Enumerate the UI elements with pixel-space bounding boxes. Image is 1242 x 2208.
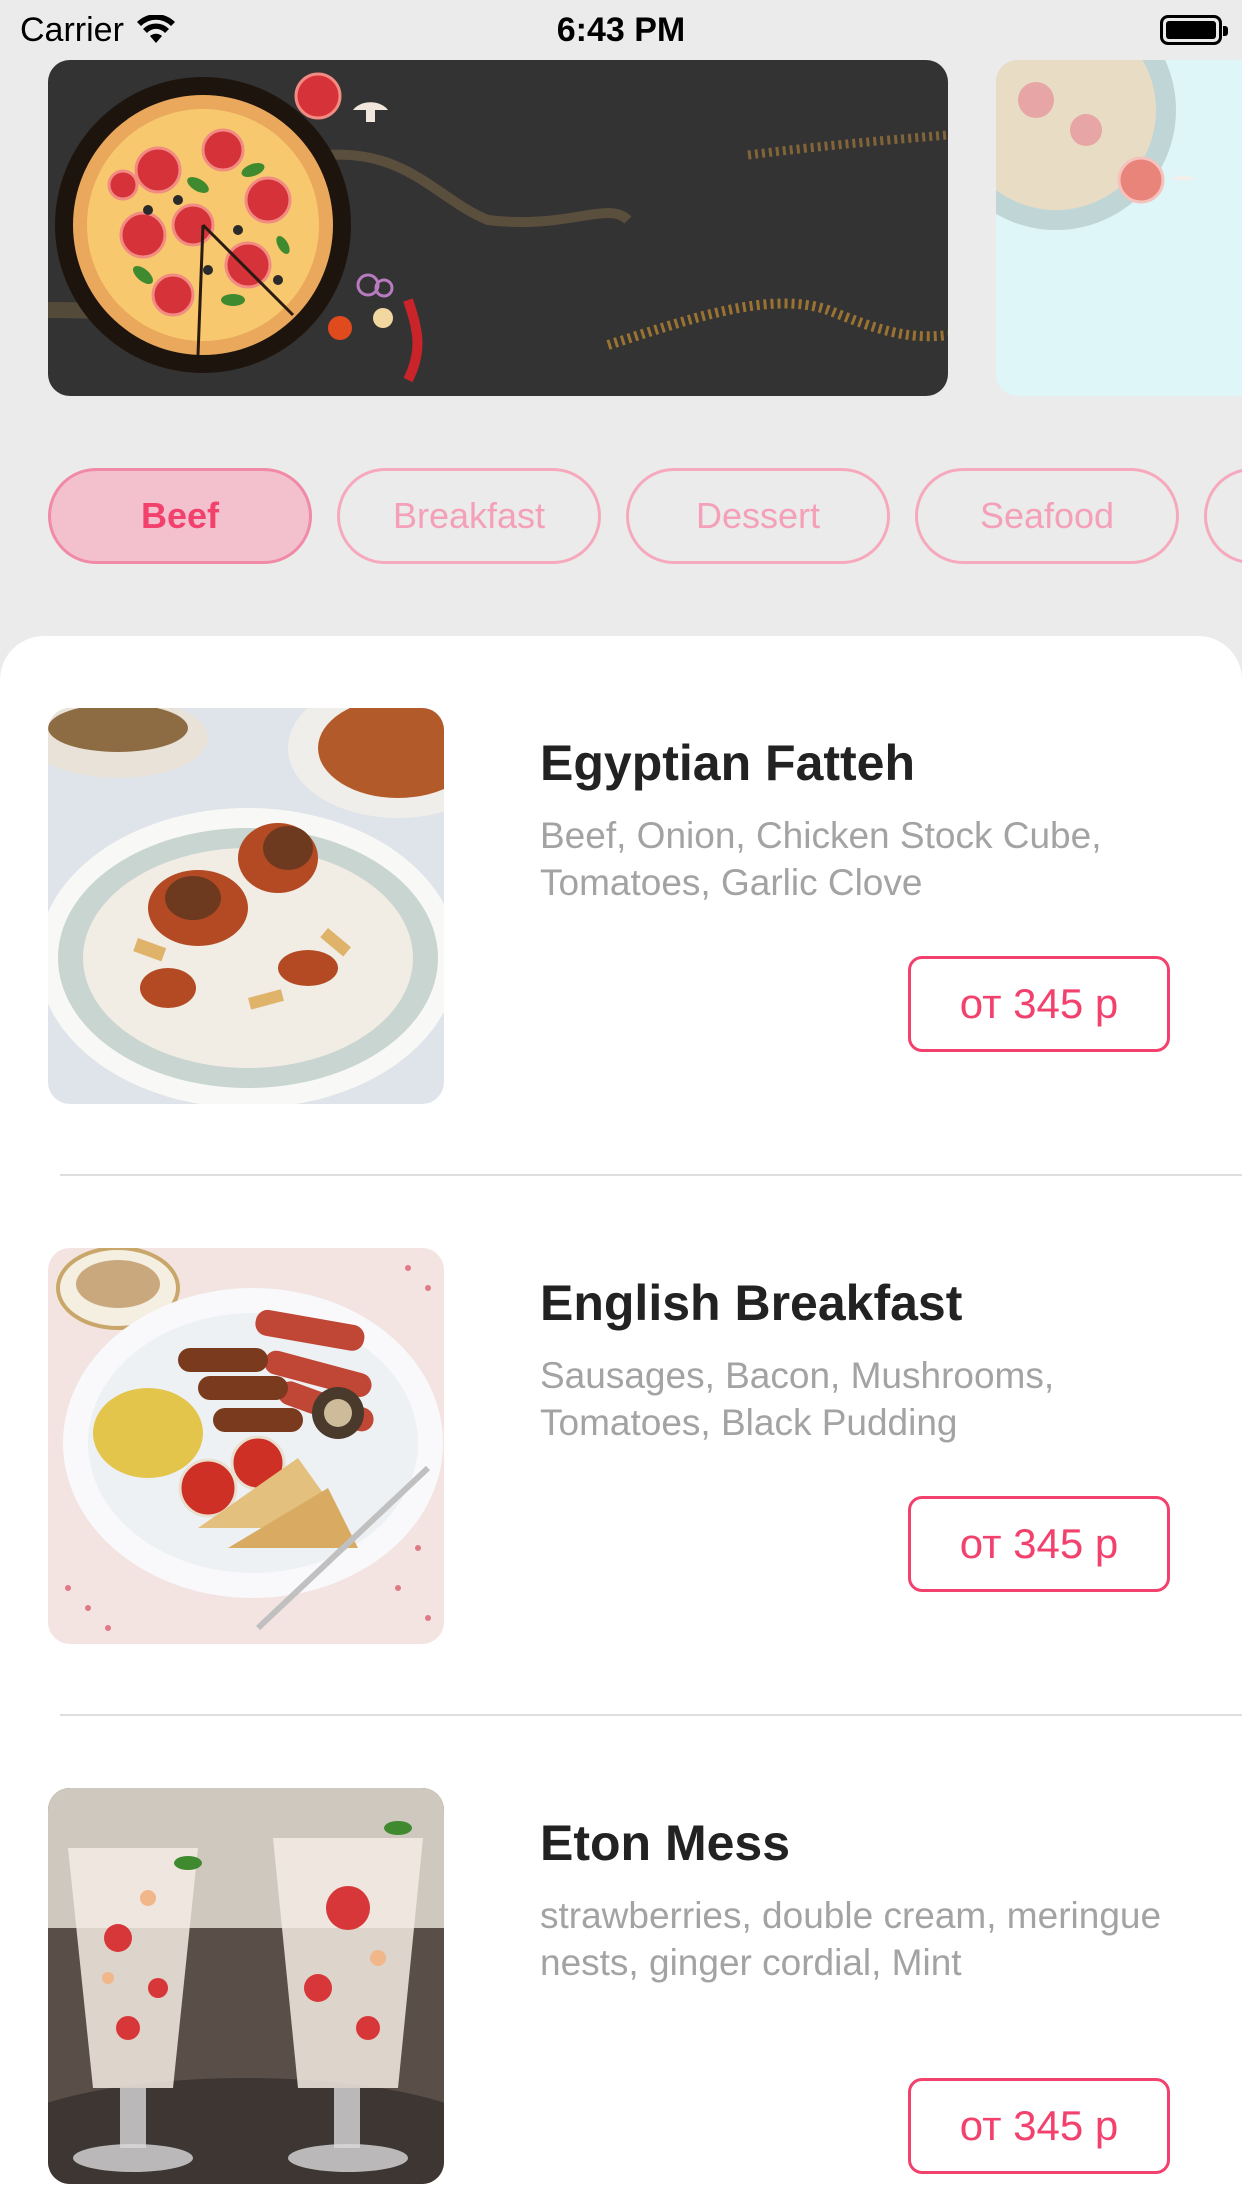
tab-beef[interactable]: Beef [48,468,312,564]
price-button[interactable]: от 345 р [908,1496,1170,1592]
list-item[interactable]: English Breakfast Sausages, Bacon, Mushr… [0,1176,1242,1716]
menu-list: Egyptian Fatteh Beef, Onion, Chicken Sto… [0,636,1242,2208]
carrier-label: Carrier [20,10,124,49]
status-time: 6:43 PM [556,10,686,49]
price-button[interactable]: от 345 р [908,2078,1170,2174]
list-item[interactable]: Egyptian Fatteh Beef, Onion, Chicken Sto… [0,636,1242,1176]
dish-title: Egyptian Fatteh [540,735,916,791]
dish-ingredients: Beef, Onion, Chicken Stock Cube, Tomatoe… [540,815,1102,903]
dish-title: Eton Mess [540,1815,791,1871]
pizza-illustration [48,72,948,383]
category-tabs: Beef Breakfast Dessert Seafood V [0,468,1242,564]
pizza-banner[interactable] [48,60,948,396]
status-left: Carrier [20,11,176,50]
price-button[interactable]: от 345 р [908,956,1170,1052]
pizza-illustration-light [996,60,1196,230]
dish-title: English Breakfast [540,1275,963,1331]
battery-icon [1160,15,1228,45]
dish-ingredients: strawberries, double cream, meringue nes… [540,1895,1162,1983]
dish-ingredients: Sausages, Bacon, Mushrooms, Tomatoes, Bl… [540,1355,1055,1443]
banner-carousel[interactable] [0,60,1242,396]
tab-breakfast[interactable]: Breakfast [337,468,601,564]
dish-image [48,1788,444,2184]
list-item[interactable]: Eton Mess strawberries, double cream, me… [0,1716,1242,2208]
status-bar: Carrier 6:43 PM [0,0,1242,60]
tab-seafood[interactable]: Seafood [915,468,1179,564]
pizza-banner-light[interactable] [996,60,1242,396]
tab-v[interactable]: V [1204,468,1242,564]
tab-dessert[interactable]: Dessert [626,468,890,564]
wifi-icon [136,15,175,43]
dish-image [48,1248,444,1644]
dish-image [48,708,444,1104]
